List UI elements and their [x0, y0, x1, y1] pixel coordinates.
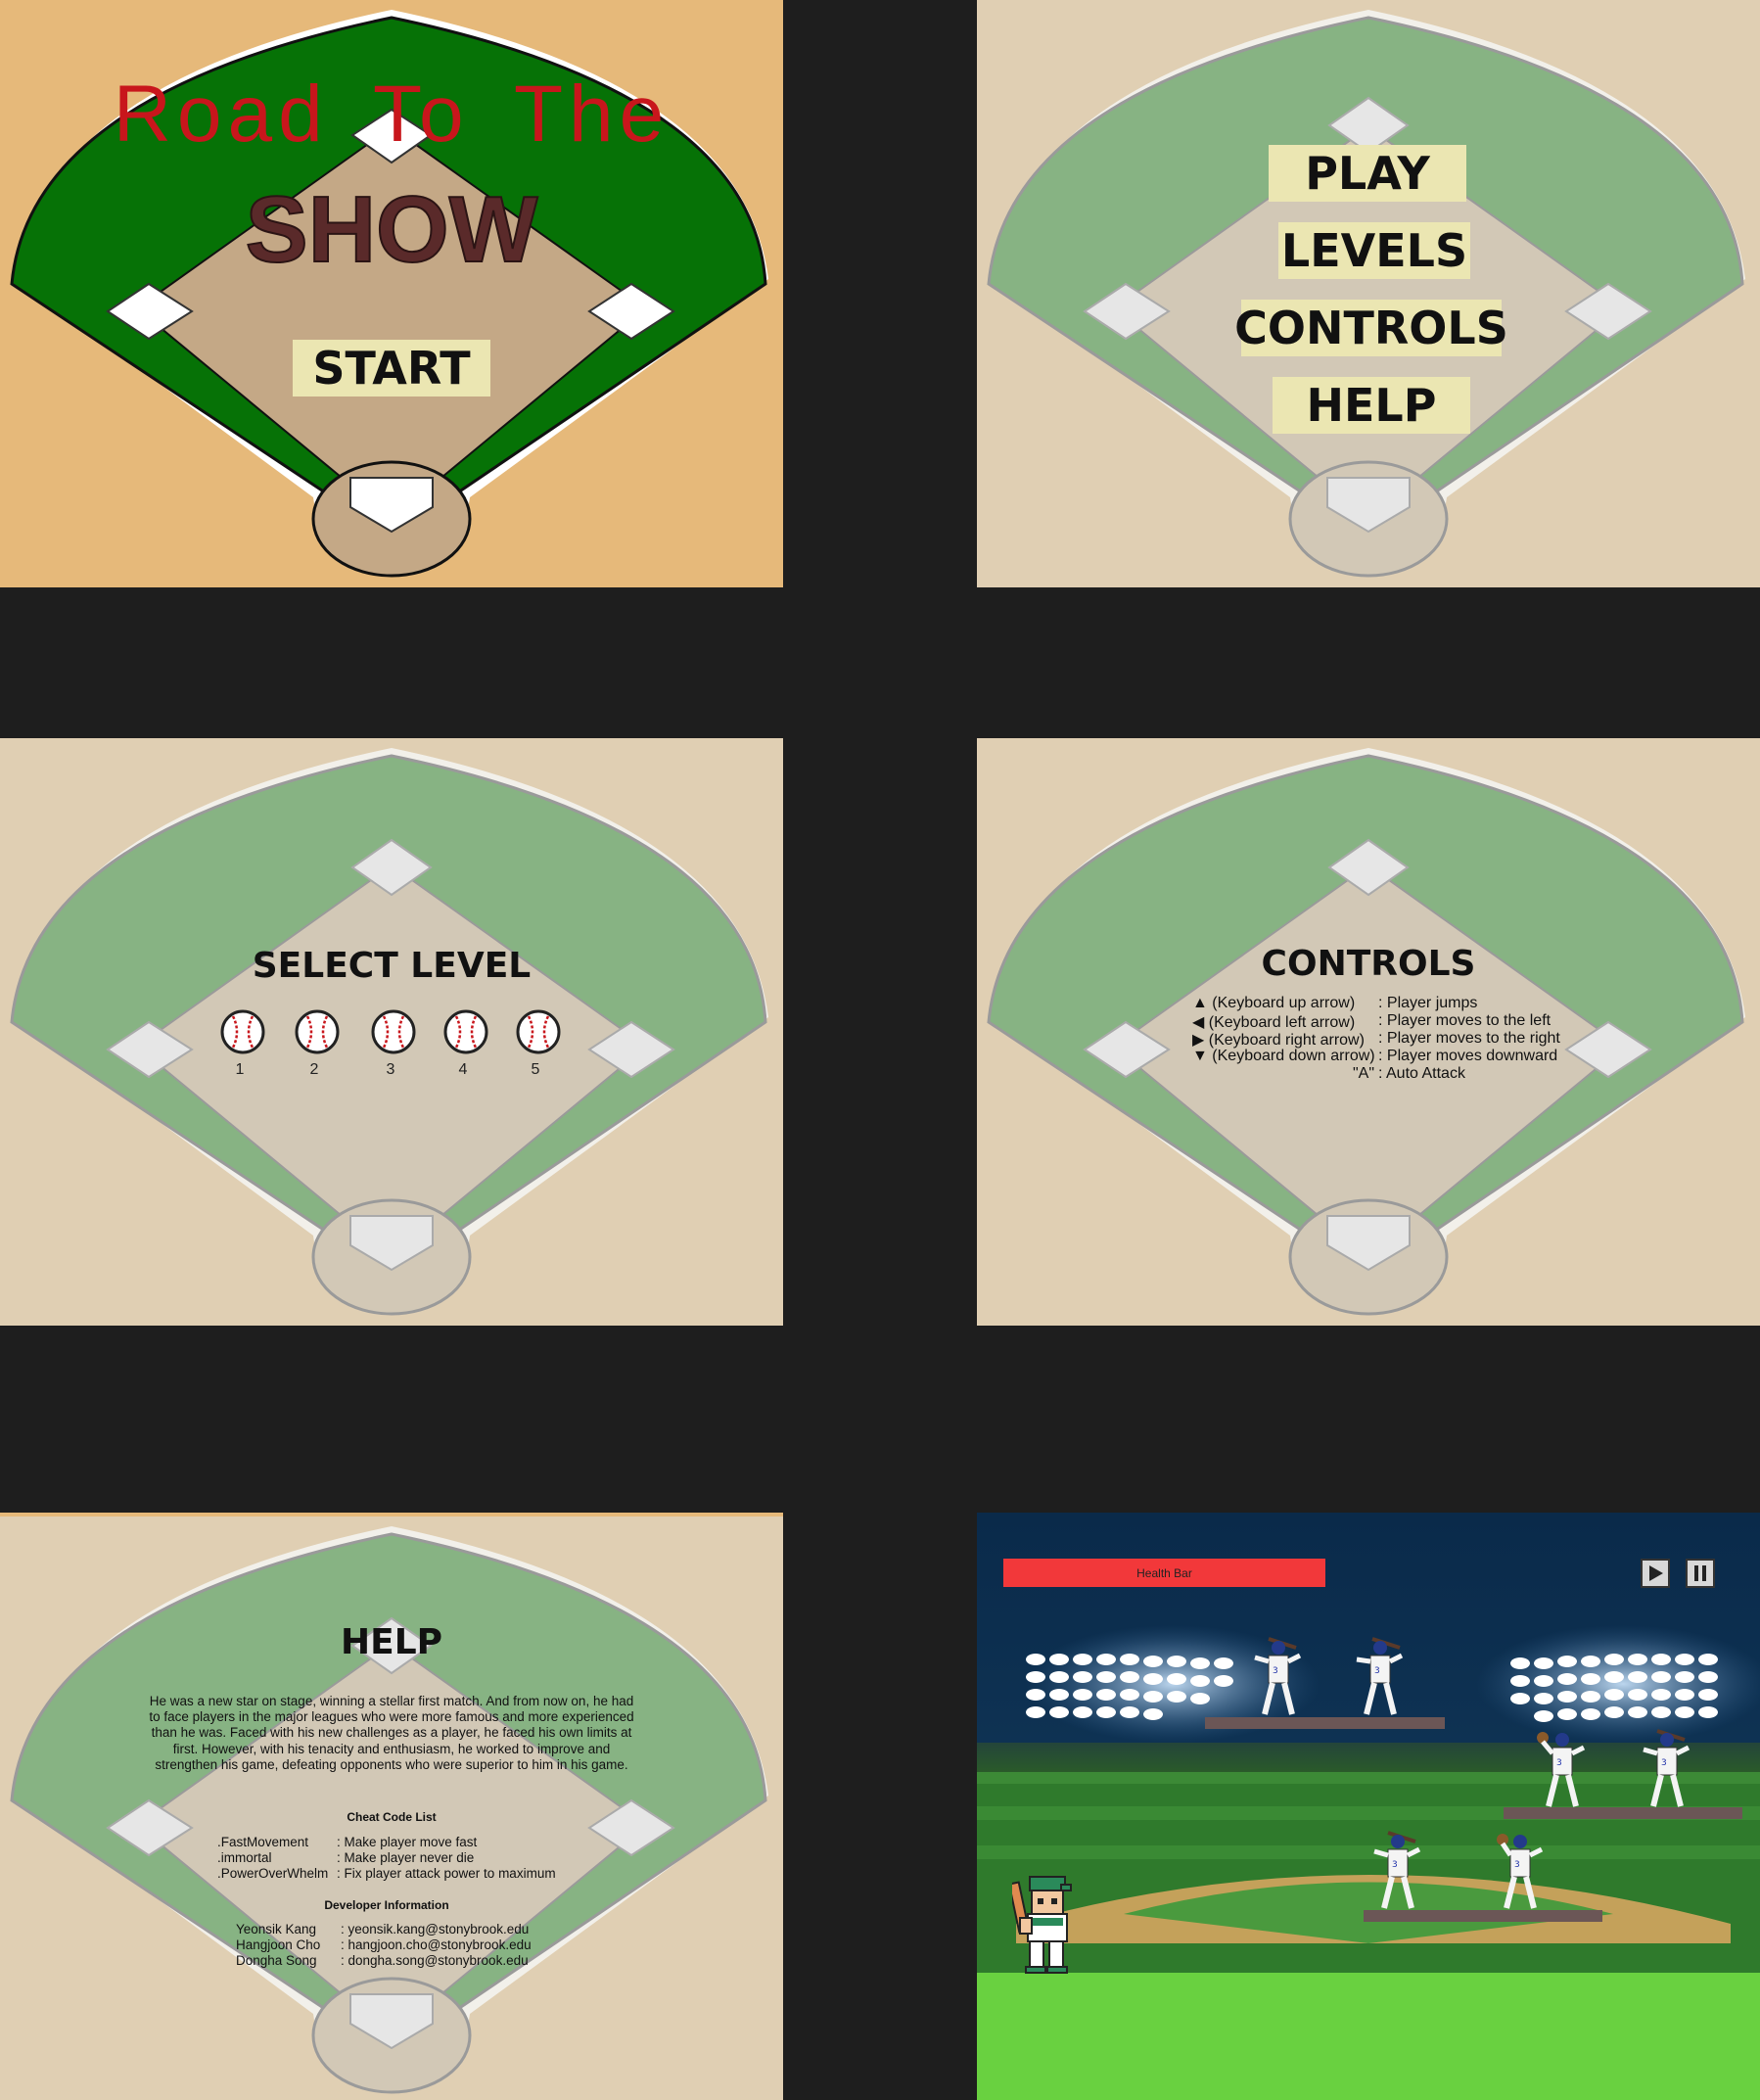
- control-action: : Player moves to the left: [1378, 1012, 1552, 1029]
- enemy-player: 3: [1537, 1732, 1586, 1807]
- developer-email: : hangjoon.cho@stonybrook.edu: [341, 1937, 532, 1952]
- cheat-desc: : Make player never die: [337, 1850, 475, 1865]
- developer-name: Hangjoon Cho: [236, 1937, 321, 1952]
- developer-email: : dongha.song@stonybrook.edu: [341, 1953, 529, 1968]
- level-3-button[interactable]: [370, 1008, 417, 1055]
- control-key: (Keyboard right arrow): [1208, 1032, 1365, 1049]
- start-button[interactable]: START: [293, 340, 490, 397]
- baseball-icon: [371, 1009, 416, 1054]
- control-key: (Keyboard down arrow): [1212, 1048, 1375, 1064]
- level-number: 1: [235, 1061, 245, 1078]
- baseball-icon: [295, 1009, 340, 1054]
- enemy-player: 3: [1254, 1637, 1302, 1715]
- up-arrow-icon: ▲: [1192, 995, 1208, 1011]
- control-action: : Auto Attack: [1378, 1065, 1465, 1082]
- cheat-code: .immortal: [217, 1850, 272, 1865]
- levels-button[interactable]: LEVELS: [1278, 222, 1470, 279]
- controls-heading: CONTROLS: [1261, 944, 1476, 984]
- title-screen: Road To The SHOW START: [0, 0, 783, 587]
- baseball-icon: [220, 1009, 265, 1054]
- control-action: : Player jumps: [1378, 995, 1478, 1011]
- play-button[interactable]: PLAY: [1269, 145, 1466, 202]
- cheat-code: .PowerOverWhelm: [217, 1866, 329, 1881]
- svg-text:3: 3: [1374, 1666, 1380, 1676]
- help-screen: HELP He was a new star on stage, winning…: [0, 1513, 783, 2100]
- control-action: : Player moves to the right: [1378, 1030, 1560, 1047]
- enemy-player: 3: [1643, 1729, 1691, 1807]
- cheat-code: .FastMovement: [217, 1835, 309, 1849]
- controls-screen: CONTROLS ▲ (Keyboard up arrow) : Player …: [977, 738, 1760, 1326]
- level-2-button[interactable]: [294, 1008, 341, 1055]
- level-5-button[interactable]: [515, 1008, 562, 1055]
- play-button[interactable]: [1641, 1559, 1670, 1588]
- play-icon: [1649, 1565, 1663, 1581]
- level-number: 2: [309, 1061, 319, 1078]
- right-arrow-icon: ▶: [1192, 1032, 1205, 1049]
- game-title-line1: Road To The: [113, 70, 671, 159]
- developer-name: Yeonsik Kang: [236, 1922, 317, 1937]
- control-key: (Keyboard left arrow): [1208, 1014, 1356, 1031]
- cheat-desc: : Make player move fast: [337, 1835, 478, 1849]
- down-arrow-icon: ▼: [1192, 1048, 1208, 1064]
- health-bar: Health Bar: [1003, 1559, 1325, 1587]
- level-number: 4: [458, 1061, 468, 1078]
- cheat-desc: : Fix player attack power to maximum: [337, 1866, 556, 1881]
- level-1-button[interactable]: [219, 1008, 266, 1055]
- main-menu-screen: PLAY LEVELS CONTROLS HELP: [977, 0, 1760, 587]
- enemy-player: 3: [1373, 1831, 1421, 1909]
- level-4-button[interactable]: [442, 1008, 489, 1055]
- baseball-field-illustration: [987, 10, 1745, 578]
- baseball-icon: [443, 1009, 488, 1054]
- developer-name: Dongha Song: [236, 1953, 317, 1968]
- pause-icon: [1694, 1565, 1706, 1581]
- pause-button[interactable]: [1686, 1559, 1715, 1588]
- svg-text:3: 3: [1661, 1758, 1667, 1768]
- developer-info-title: Developer Information: [324, 1898, 449, 1912]
- level-number: 3: [386, 1061, 395, 1078]
- control-row-left: ◀ (Keyboard left arrow): [1192, 1012, 1355, 1032]
- level-select-screen: SELECT LEVEL 1 2 3 4 5: [0, 738, 783, 1326]
- help-button[interactable]: HELP: [1273, 377, 1470, 434]
- gameplay-screen: 3 3 3 3 3 3 Health Bar: [977, 1513, 1760, 2100]
- enemy-player: 3: [1497, 1834, 1544, 1909]
- level-number: 5: [531, 1061, 540, 1078]
- svg-text:3: 3: [1514, 1860, 1520, 1870]
- help-heading: HELP: [340, 1622, 443, 1662]
- select-level-heading: SELECT LEVEL: [252, 946, 532, 986]
- control-key: (Keyboard up arrow): [1212, 995, 1356, 1011]
- control-row-right: ▶ (Keyboard right arrow): [1192, 1030, 1365, 1050]
- enemy-player: 3: [1356, 1637, 1404, 1715]
- platform: [1205, 1717, 1445, 1729]
- control-action: : Player moves downward: [1378, 1048, 1558, 1064]
- controls-button[interactable]: CONTROLS: [1234, 300, 1508, 356]
- baseball-icon: [516, 1009, 561, 1054]
- control-row-up: ▲ (Keyboard up arrow): [1192, 995, 1355, 1012]
- svg-text:3: 3: [1273, 1666, 1278, 1676]
- platform: [1364, 1910, 1602, 1922]
- svg-text:3: 3: [1556, 1758, 1562, 1768]
- cheat-code-title: Cheat Code List: [347, 1810, 437, 1824]
- baseball-field-illustration: [10, 1526, 768, 2094]
- hero-player: [1012, 1876, 1072, 1974]
- story-paragraph: He was a new star on stage, winning a st…: [149, 1694, 634, 1772]
- left-arrow-icon: ◀: [1192, 1014, 1205, 1031]
- control-row-down: ▼ (Keyboard down arrow): [1192, 1048, 1375, 1065]
- developer-email: : yeonsik.kang@stonybrook.edu: [341, 1922, 530, 1937]
- baseball-field-illustration: [987, 748, 1745, 1316]
- svg-text:3: 3: [1392, 1860, 1398, 1870]
- game-title-line2: SHOW: [245, 176, 539, 283]
- control-key: "A": [1353, 1065, 1375, 1082]
